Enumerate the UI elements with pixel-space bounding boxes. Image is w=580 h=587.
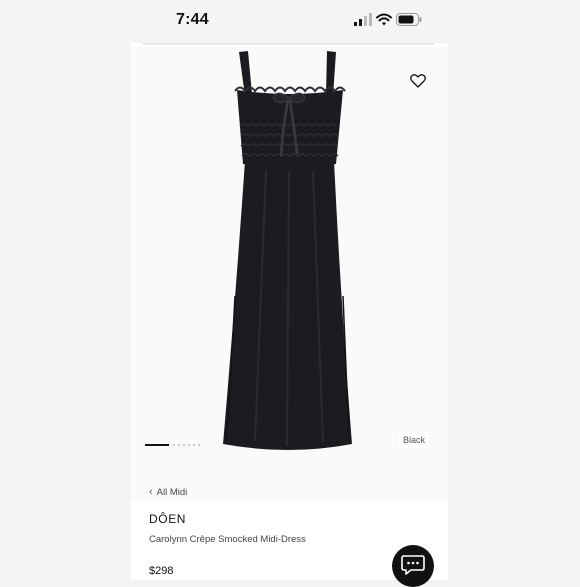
wifi-icon xyxy=(376,13,392,26)
pager-dot xyxy=(193,444,195,446)
chat-button[interactable] xyxy=(392,545,434,587)
pager-active-indicator xyxy=(145,444,169,446)
status-bar: 7:44 xyxy=(0,0,580,42)
product-price: $298 xyxy=(149,565,174,577)
status-icons xyxy=(354,13,424,31)
pager-dot xyxy=(173,444,175,446)
brand-name[interactable]: DÔEN xyxy=(149,512,186,526)
pager-dot xyxy=(178,444,180,446)
product-image-gallery[interactable]: Black xyxy=(131,46,448,501)
pager-dot xyxy=(198,444,200,446)
pager-dot xyxy=(188,444,190,446)
product-card: Black ‹ All Midi DÔEN Carolynn Crêpe Smoc… xyxy=(131,43,448,580)
breadcrumb[interactable]: ‹ All Midi xyxy=(149,486,187,500)
battery-icon xyxy=(396,13,422,26)
chevron-left-icon: ‹ xyxy=(149,486,153,498)
product-title: Carolynn Crêpe Smocked Midi-Dress xyxy=(149,534,306,545)
heart-outline-icon[interactable] xyxy=(410,74,426,88)
card-top-divider xyxy=(143,43,434,45)
breadcrumb-label: All Midi xyxy=(156,487,188,498)
chat-bubble-icon xyxy=(401,555,425,575)
pager-dot xyxy=(183,444,185,446)
status-time: 7:44 xyxy=(176,11,209,28)
color-label: Black xyxy=(399,432,430,448)
signal-icon xyxy=(354,13,372,26)
